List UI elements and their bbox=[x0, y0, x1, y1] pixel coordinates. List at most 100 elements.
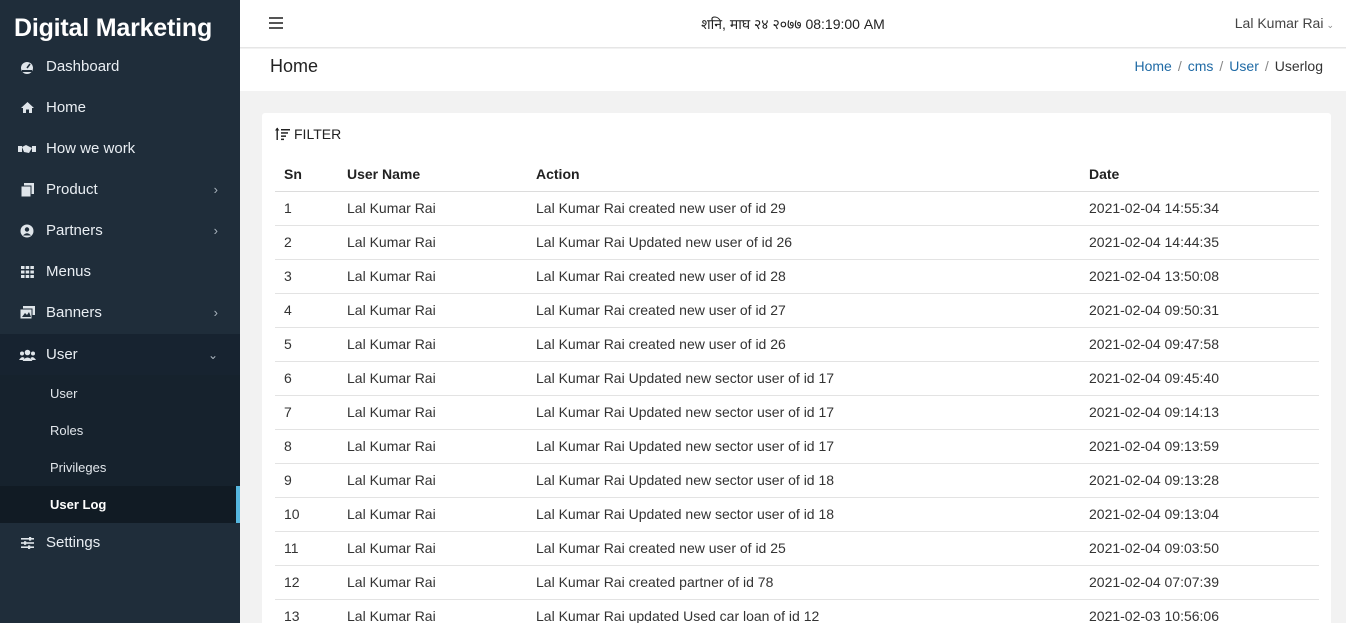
sidebar-item-user[interactable]: User ⌄ bbox=[0, 334, 240, 375]
sidebar-item-label: Home bbox=[46, 99, 87, 116]
sidebar-item-label: Menus bbox=[46, 263, 92, 280]
page-title: Home bbox=[270, 56, 319, 76]
sidebar-item-label: User bbox=[46, 346, 78, 363]
cell-date: 2021-02-04 13:50:08 bbox=[1080, 259, 1319, 294]
sidebar-item-banners[interactable]: Banners › bbox=[0, 292, 240, 333]
cell-action: Lal Kumar Rai Updated new user of id 26 bbox=[527, 225, 1080, 260]
cell-user-name: Lal Kumar Rai bbox=[338, 565, 527, 600]
cell-action: Lal Kumar Rai created new user of id 25 bbox=[527, 531, 1080, 566]
chevron-down-icon: ⌄ bbox=[207, 347, 218, 362]
chevron-right-icon: › bbox=[213, 182, 218, 197]
cell-date: 2021-02-04 07:07:39 bbox=[1080, 565, 1319, 600]
table-row: 7 Lal Kumar Rai Lal Kumar Rai Updated new … bbox=[275, 395, 1319, 430]
chevron-down-icon: ⌄ bbox=[1326, 20, 1334, 30]
cell-action: Lal Kumar Rai Updated new sector user of… bbox=[527, 395, 1080, 430]
cell-user-name: Lal Kumar Rai bbox=[338, 225, 527, 260]
grid-icon bbox=[18, 265, 36, 278]
table-row: 2 Lal Kumar Rai Lal Kumar Rai Updated new … bbox=[275, 225, 1319, 260]
user-name: Lal Kumar Rai bbox=[1234, 15, 1324, 31]
table-header-row: Sn User Name Action Date bbox=[275, 158, 1319, 192]
home-icon bbox=[18, 101, 36, 114]
table-row: 1 Lal Kumar Rai Lal Kumar Rai created new … bbox=[275, 191, 1319, 226]
submenu-item-privileges[interactable]: Privileges bbox=[0, 449, 240, 486]
cell-action: Lal Kumar Rai updated Used car loan of i… bbox=[527, 599, 1080, 623]
sidebar-item-label: How we work bbox=[46, 140, 136, 157]
cell-sn: 12 bbox=[275, 565, 338, 600]
submenu-item-roles[interactable]: Roles bbox=[0, 412, 240, 449]
cell-user-name: Lal Kumar Rai bbox=[338, 531, 527, 566]
top-bar: शनि, माघ २४ २०७७ 08:19:00 AM Lal Kumar R… bbox=[240, 0, 1346, 48]
table-row: 9 Lal Kumar Rai Lal Kumar Rai Updated new … bbox=[275, 463, 1319, 498]
cell-sn: 1 bbox=[275, 191, 338, 226]
handshake-icon bbox=[18, 143, 36, 155]
user-circle-icon bbox=[18, 224, 36, 238]
cell-date: 2021-02-03 10:56:06 bbox=[1080, 599, 1319, 623]
cell-user-name: Lal Kumar Rai bbox=[338, 497, 527, 532]
cell-date: 2021-02-04 14:44:35 bbox=[1080, 225, 1319, 260]
cell-action: Lal Kumar Rai created partner of id 78 bbox=[527, 565, 1080, 600]
cell-user-name: Lal Kumar Rai bbox=[338, 191, 527, 226]
table-row: 6 Lal Kumar Rai Lal Kumar Rai Updated new … bbox=[275, 361, 1319, 396]
column-header-date: Date bbox=[1080, 158, 1319, 192]
submenu-item-user-log[interactable]: User Log bbox=[0, 486, 240, 523]
brand-title: Digital Marketing bbox=[14, 14, 213, 42]
cell-action: Lal Kumar Rai created new user of id 28 bbox=[527, 259, 1080, 294]
breadcrumb-user[interactable]: User bbox=[1229, 58, 1259, 74]
filter-label: FILTER bbox=[294, 126, 342, 142]
sidebar-item-menus[interactable]: Menus bbox=[0, 251, 240, 292]
nepali-datetime: शनि, माघ २४ २०७७ 08:19:00 AM bbox=[701, 16, 885, 32]
table-row: 3 Lal Kumar Rai Lal Kumar Rai created new … bbox=[275, 259, 1319, 294]
cell-date: 2021-02-04 09:13:04 bbox=[1080, 497, 1319, 532]
cell-date: 2021-02-04 09:14:13 bbox=[1080, 395, 1319, 430]
column-header-action: Action bbox=[527, 158, 1080, 192]
sidebar-item-partners[interactable]: Partners › bbox=[0, 210, 240, 251]
column-header-sn: Sn bbox=[275, 158, 338, 192]
sidebar-item-how-we-work[interactable]: How we work bbox=[0, 128, 240, 169]
images-icon bbox=[18, 306, 36, 319]
chevron-right-icon: › bbox=[213, 305, 218, 320]
table-row: 10 Lal Kumar Rai Lal Kumar Rai Updated new… bbox=[275, 497, 1319, 532]
cell-sn: 6 bbox=[275, 361, 338, 396]
table-row: 8 Lal Kumar Rai Lal Kumar Rai Updated new … bbox=[275, 429, 1319, 464]
sidebar-item-label: Dashboard bbox=[46, 58, 120, 75]
cell-user-name: Lal Kumar Rai bbox=[338, 429, 527, 464]
user-submenu: User Roles Privileges User Log bbox=[0, 375, 240, 523]
sidebar-item-home[interactable]: Home bbox=[0, 87, 240, 128]
dashboard-icon bbox=[18, 60, 36, 74]
breadcrumb-home[interactable]: Home bbox=[1134, 58, 1171, 74]
cell-date: 2021-02-04 09:50:31 bbox=[1080, 293, 1319, 328]
cell-date: 2021-02-04 09:45:40 bbox=[1080, 361, 1319, 396]
cell-action: Lal Kumar Rai created new user of id 26 bbox=[527, 327, 1080, 362]
cell-date: 2021-02-04 14:55:34 bbox=[1080, 191, 1319, 226]
filter-sort-icon bbox=[275, 127, 290, 141]
sidebar-item-dashboard[interactable]: Dashboard bbox=[0, 46, 240, 87]
cell-user-name: Lal Kumar Rai bbox=[338, 293, 527, 328]
table-row: 12 Lal Kumar Rai Lal Kumar Rai created par… bbox=[275, 565, 1319, 600]
sidebar: Digital Marketing Dashboard Home How we … bbox=[0, 0, 240, 623]
submenu-item-user[interactable]: User bbox=[0, 375, 240, 412]
filter-button[interactable]: FILTER bbox=[275, 126, 341, 142]
chevron-right-icon: › bbox=[213, 223, 218, 238]
cell-date: 2021-02-04 09:03:50 bbox=[1080, 531, 1319, 566]
cell-user-name: Lal Kumar Rai bbox=[338, 361, 527, 396]
users-icon bbox=[18, 349, 36, 361]
cell-date: 2021-02-04 09:13:28 bbox=[1080, 463, 1319, 498]
table-row: 4 Lal Kumar Rai Lal Kumar Rai created new … bbox=[275, 293, 1319, 328]
sidebar-item-product[interactable]: Product › bbox=[0, 169, 240, 210]
user-menu-dropdown[interactable]: Lal Kumar Rai ⌄ bbox=[1235, 15, 1334, 31]
breadcrumb-cms[interactable]: cms bbox=[1188, 58, 1214, 74]
cell-action: Lal Kumar Rai Updated new sector user of… bbox=[527, 463, 1080, 498]
sidebar-item-settings[interactable]: Settings bbox=[0, 522, 240, 563]
sidebar-item-label: Banners bbox=[46, 304, 102, 321]
cell-user-name: Lal Kumar Rai bbox=[338, 395, 527, 430]
breadcrumb-current: Userlog bbox=[1274, 58, 1323, 74]
cell-action: Lal Kumar Rai Updated new sector user of… bbox=[527, 361, 1080, 396]
cell-sn: 2 bbox=[275, 225, 338, 260]
page-header: Home Home / cms / User / Userlog bbox=[240, 49, 1346, 91]
cell-user-name: Lal Kumar Rai bbox=[338, 599, 527, 623]
cell-sn: 8 bbox=[275, 429, 338, 464]
cell-sn: 13 bbox=[275, 599, 338, 623]
cell-user-name: Lal Kumar Rai bbox=[338, 463, 527, 498]
sidebar-item-label: Settings bbox=[46, 534, 101, 551]
cell-date: 2021-02-04 09:47:58 bbox=[1080, 327, 1319, 362]
